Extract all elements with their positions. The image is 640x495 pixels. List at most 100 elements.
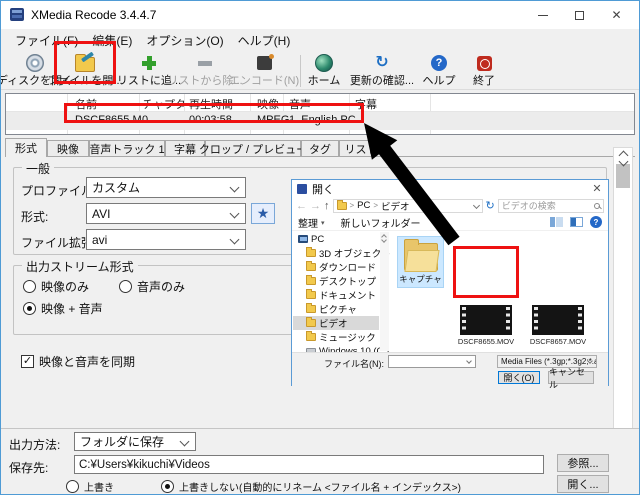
tree-scrollbar[interactable]	[380, 232, 389, 351]
destination-label: 保存先:	[9, 461, 49, 475]
tree-item-pc[interactable]: PC	[293, 232, 379, 246]
radio-icon	[66, 480, 79, 493]
folder-icon	[306, 317, 316, 327]
plus-icon	[141, 55, 157, 71]
search-input[interactable]: ビデオの検索	[497, 198, 604, 213]
folder-capture[interactable]: キャプチャ	[397, 236, 444, 288]
maximize-button[interactable]	[561, 1, 598, 29]
film-strip-icon	[460, 305, 512, 335]
tree-item-videos[interactable]: ビデオ	[293, 316, 379, 330]
organize-button[interactable]: 整理	[298, 215, 318, 230]
tab-audio-track[interactable]: 音声トラック 1	[89, 140, 165, 157]
toolbar-open-file[interactable]: ファイルを開...	[47, 54, 123, 88]
tab-format[interactable]: 形式	[5, 138, 47, 157]
radio-video-only[interactable]: 映像のみ	[23, 278, 89, 295]
minimize-button[interactable]	[524, 1, 561, 29]
navigation-tree: PC 3D オブジェクト ダウンロード デスクトップ ドキュメント ピクチャ ビ…	[293, 232, 391, 352]
output-method-select[interactable]: フォルダに保存	[74, 432, 196, 451]
refresh-icon[interactable]: ↻	[486, 199, 495, 212]
column-subtitle[interactable]: 字幕	[355, 96, 377, 112]
toolbar-home[interactable]: ホーム	[299, 54, 349, 88]
column-name[interactable]: 名前	[75, 96, 97, 112]
tree-item-3d-objects[interactable]: 3D オブジェクト	[293, 246, 391, 260]
view-mode-icon[interactable]	[550, 217, 563, 227]
dialog-open-button[interactable]: 開く(O)	[498, 371, 540, 384]
format-label: 形式:	[21, 210, 49, 224]
title-bar: XMedia Recode 3.4.4.7 ✕	[1, 1, 639, 29]
page-scrollbar[interactable]	[613, 147, 633, 429]
toolbar-help[interactable]: ? ヘルプ	[418, 54, 460, 88]
chevron-down-icon[interactable]	[472, 201, 480, 210]
tab-crop-preview[interactable]: クロップ / プレビュー	[199, 140, 307, 157]
table-row[interactable]: DSCF8655.M 0 00:03:58 MPEG-... 1. Englis…	[6, 112, 634, 130]
extension-select[interactable]: avi	[86, 229, 246, 250]
radio-no-overwrite[interactable]: 上書きしない(自動的にリネーム <ファイル名 + インデックス>)	[161, 479, 461, 494]
format-select[interactable]: AVI	[86, 203, 246, 224]
dialog-address-bar: ← → ↑ > PC > ビデオ ↻ ビデオの検索	[292, 197, 608, 214]
caret-down-icon: ▾	[321, 220, 325, 227]
help-icon[interactable]: ?	[590, 216, 602, 228]
toolbar-exit[interactable]: 終了	[463, 54, 505, 88]
tree-item-pictures[interactable]: ピクチャ	[293, 302, 379, 316]
app-icon	[10, 8, 24, 21]
filename-input[interactable]	[388, 355, 476, 368]
browse-button[interactable]: 参照...	[557, 454, 609, 472]
tab-tags[interactable]: タグ	[301, 140, 339, 157]
dialog-command-bar: 整理 ▾ 新しいフォルダー ?	[292, 214, 608, 231]
file-dscf8655[interactable]: DSCF8655.MOV	[456, 305, 516, 346]
open-output-button[interactable]: 開く...	[557, 475, 609, 493]
breadcrumb[interactable]: > PC > ビデオ	[332, 198, 483, 213]
app-window: XMedia Recode 3.4.4.7 ✕ ファイル(F) 編集(E) オプ…	[0, 0, 640, 495]
radio-video-audio[interactable]: 映像 + 音声	[23, 300, 103, 317]
menu-file[interactable]: ファイル(F)	[8, 30, 85, 51]
file-name: DSCF8655.MOV	[457, 337, 515, 346]
computer-icon	[298, 235, 308, 243]
dialog-footer: ファイル名(N): Media Files (*.3gp;*.3g2;*.avi…	[292, 352, 608, 390]
radio-overwrite[interactable]: 上書き	[66, 479, 114, 494]
chevron-down-icon	[229, 182, 240, 193]
destination-input[interactable]: C:¥Users¥kikuchi¥Videos	[74, 455, 544, 474]
toolbar-check-updates[interactable]: ↻ 更新の確認...	[350, 54, 414, 88]
back-icon[interactable]: ←	[296, 200, 307, 212]
column-video[interactable]: 映像	[257, 96, 279, 112]
preview-pane-icon[interactable]	[570, 217, 583, 227]
group-general-label: 一般	[22, 160, 55, 177]
favorite-button[interactable]: ★	[251, 203, 275, 224]
tree-item-desktop[interactable]: デスクトップ	[293, 274, 379, 288]
scroll-down-icon[interactable]	[381, 237, 387, 243]
file-dscf8657[interactable]: DSCF8657.MOV	[528, 305, 588, 346]
dialog-close-button[interactable]: ✕	[586, 182, 608, 195]
tree-item-c-drive[interactable]: Windows 10 (C:)	[293, 344, 389, 352]
folder-icon	[404, 239, 438, 271]
radio-audio-only[interactable]: 音声のみ	[119, 278, 185, 295]
tab-bar: 形式 映像 音声トラック 1 字幕 クロップ / プレビュー タグ リスト	[5, 138, 635, 157]
forward-icon[interactable]: →	[310, 200, 321, 212]
output-method-label: 出力方法:	[9, 438, 61, 452]
window-title: XMedia Recode 3.4.4.7	[31, 8, 157, 22]
globe-icon	[315, 54, 333, 72]
close-button[interactable]: ✕	[598, 1, 635, 29]
scrollbar-thumb[interactable]	[616, 164, 630, 188]
tree-item-documents[interactable]: ドキュメント	[293, 288, 379, 302]
breadcrumb-pc[interactable]: PC	[357, 200, 370, 211]
new-folder-button[interactable]: 新しいフォルダー	[341, 215, 421, 230]
folder-icon	[306, 261, 316, 271]
breadcrumb-videos[interactable]: ビデオ	[381, 199, 410, 213]
sync-av-checkbox[interactable]: ✓ 映像と音声を同期	[21, 353, 135, 370]
menu-help[interactable]: ヘルプ(H)	[231, 30, 298, 51]
tree-item-downloads[interactable]: ダウンロード	[293, 260, 379, 274]
tree-item-music[interactable]: ミュージック	[293, 330, 379, 344]
menu-edit[interactable]: 編集(E)	[85, 30, 139, 51]
tab-video[interactable]: 映像	[47, 140, 89, 157]
up-icon[interactable]: ↑	[324, 200, 330, 212]
tab-list[interactable]: リスト	[339, 140, 383, 157]
column-duration[interactable]: 再生時間	[189, 96, 233, 112]
dialog-cancel-button[interactable]: キャンセル	[548, 367, 594, 390]
menu-options[interactable]: オプション(O)	[139, 30, 230, 51]
column-audio[interactable]: 音声	[289, 96, 311, 112]
refresh-icon: ↻	[375, 54, 389, 71]
dialog-title-bar: 開く ✕	[292, 180, 608, 197]
profile-select[interactable]: カスタム	[86, 177, 246, 198]
folder-icon	[306, 303, 316, 313]
chevron-down-icon	[229, 208, 240, 219]
